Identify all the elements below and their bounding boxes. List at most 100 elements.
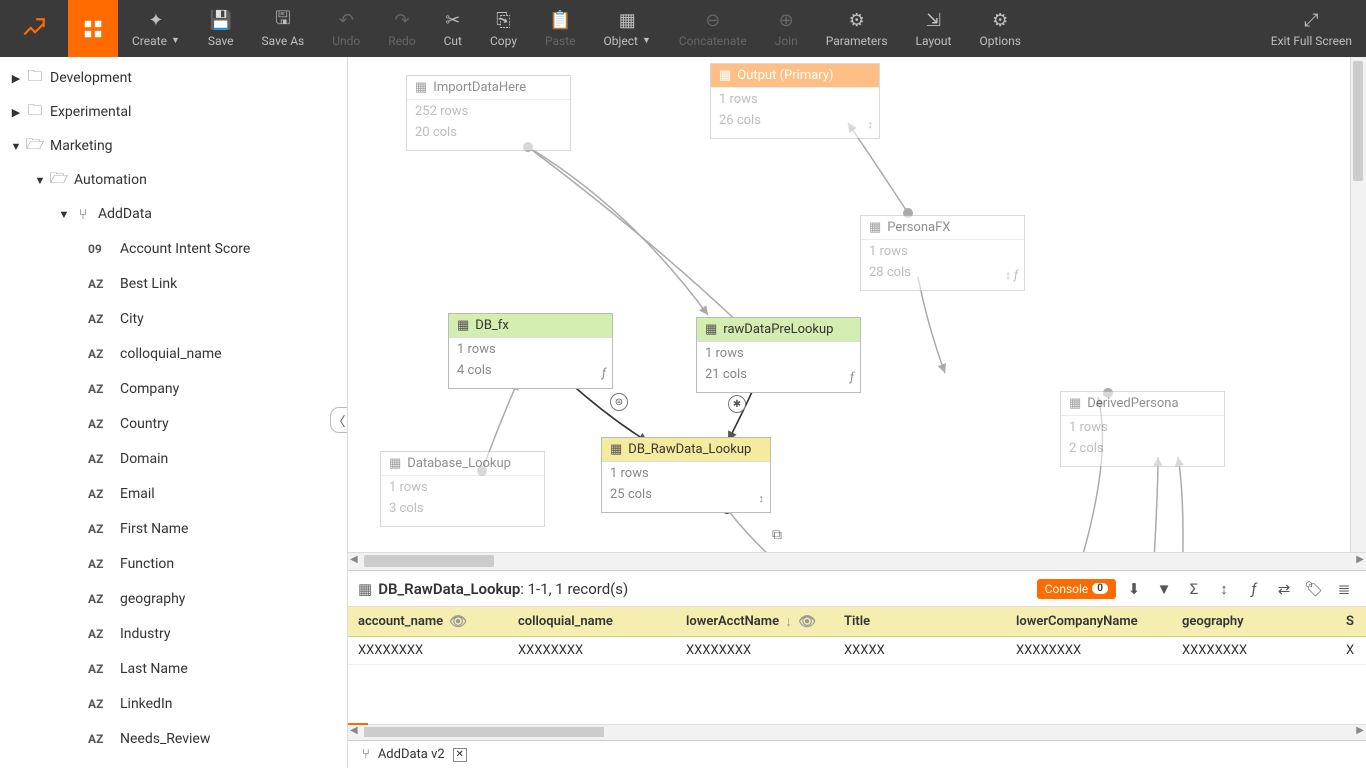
node-dbfx[interactable]: ▦DB_fx 1 rows4 colsƒ (448, 313, 613, 389)
col-overflow[interactable]: S (1336, 614, 1366, 629)
canvas-mode-button[interactable] (68, 0, 118, 57)
node-output[interactable]: ▦Output (Primary) 1 rows26 cols↕ (710, 63, 880, 139)
download-icon[interactable]: ⬇ (1122, 580, 1146, 598)
folder-icon: 🗀 (24, 100, 46, 125)
sort-icon[interactable]: ↕ (1212, 580, 1236, 598)
canvas-hscroll[interactable]: ◀ ▶ (348, 552, 1366, 570)
table-hscroll[interactable]: ◀ ▶ (348, 724, 1366, 740)
layout-icon: ⇲ (926, 10, 941, 32)
column-name: Company (120, 381, 179, 397)
create-button[interactable]: ✦ Create▼ (118, 0, 194, 57)
save-as-button[interactable]: 🖫 Save As (248, 0, 319, 57)
tree-column-item[interactable]: AZCompany (0, 371, 347, 406)
col-lower-company[interactable]: lowerCompanyName (1006, 614, 1172, 629)
tree-column-item[interactable]: AZIndustry (0, 616, 347, 651)
cut-button[interactable]: ✂ Cut (430, 0, 476, 57)
collapse-sidebar-button[interactable]: 〈 (330, 407, 348, 433)
canvas-vscroll[interactable] (1350, 57, 1366, 552)
sigma-icon[interactable]: Σ (1182, 580, 1206, 598)
tree-column-item[interactable]: AZNeeds_Review (0, 721, 347, 756)
copy-button[interactable]: ⎘ Copy (476, 0, 531, 57)
list-icon[interactable]: ≣ (1332, 580, 1356, 598)
tag-icon[interactable]: 🏷 (1302, 580, 1326, 598)
tree-column-item[interactable]: AZCountry (0, 406, 347, 441)
tree-column-item[interactable]: AZBest Link (0, 266, 347, 301)
col-title[interactable]: Title (834, 614, 1006, 629)
col-lower-acct[interactable]: lowerAcctName↓👁 (676, 613, 834, 630)
fx-icon: ƒ (850, 368, 854, 387)
sidebar-tree[interactable]: ▶ 🗀 Development ▶ 🗀 Experimental ▼ 🗁 Mar… (0, 57, 348, 768)
tab-label[interactable]: AddData v2 (378, 747, 445, 762)
options-button[interactable]: ⚙ Options (965, 0, 1035, 57)
filter-icon[interactable]: ▼ (1152, 580, 1176, 598)
node-dblookup[interactable]: ▦Database_Lookup 1 rows3 cols (380, 451, 545, 527)
node-import[interactable]: ▦ImportDataHere 252 rows20 cols (406, 75, 571, 151)
tree-column-item[interactable]: AZFunction (0, 546, 347, 581)
undo-button[interactable]: ↶ Undo (318, 0, 374, 57)
cell: X (1336, 643, 1366, 658)
create-label: Create (132, 34, 167, 48)
col-account-name[interactable]: account_name👁 (348, 614, 508, 630)
tree-item-experimental[interactable]: ▶ 🗀 Experimental (0, 95, 347, 129)
app-logo[interactable] (0, 0, 68, 57)
tree-column-item[interactable]: AZDomain (0, 441, 347, 476)
join-config-icon[interactable]: ⊜ (610, 393, 628, 411)
col-geography[interactable]: geography (1172, 614, 1336, 629)
tree-column-item[interactable]: AZLast Name (0, 651, 347, 686)
object-icon: ▦ (619, 10, 636, 32)
node-title: PersonaFX (887, 220, 950, 235)
concatenate-button[interactable]: ⊖ Concatenate (665, 0, 761, 57)
tree-item-development[interactable]: ▶ 🗀 Development (0, 61, 347, 95)
fx-icon[interactable]: ƒ (1242, 580, 1266, 598)
join-button[interactable]: ⊕ Join (761, 0, 812, 57)
table-icon: ▦ (705, 322, 717, 337)
layout-button[interactable]: ⇲ Layout (902, 0, 966, 57)
folder-icon: 🗀 (24, 66, 46, 91)
tree-column-item[interactable]: AZgeography (0, 581, 347, 616)
object-button[interactable]: ▦ Object▼ (590, 0, 665, 57)
tree-column-item[interactable]: AZEmail (0, 476, 347, 511)
options-icon: ⚙ (992, 10, 1008, 32)
column-name: Last Name (120, 661, 188, 677)
tree-column-item[interactable]: 09Account Intent Score (0, 231, 347, 266)
parameters-button[interactable]: ⚙ Parameters (812, 0, 902, 57)
swap-icon[interactable]: ⇄ (1272, 580, 1296, 598)
table-row[interactable]: XXXXXXXX XXXXXXXX XXXXXXXX XXXXX XXXXXXX… (348, 637, 1366, 665)
paste-button[interactable]: 📋 Paste (531, 0, 590, 57)
parameters-label: Parameters (826, 34, 888, 48)
tree-item-adddata[interactable]: ▼ ⑂ AddData (0, 197, 347, 231)
node-rawpre[interactable]: ▦rawDataPreLookup 1 rows21 colsƒ (696, 317, 861, 393)
copy-label: Copy (490, 34, 517, 48)
table-icon: ▦ (869, 220, 881, 235)
col-colloquial[interactable]: colloquial_name (508, 614, 676, 629)
tree-item-automation[interactable]: ▼ 🗁 Automation (0, 163, 347, 197)
node-dbraw[interactable]: ▦DB_RawData_Lookup 1 rows25 cols↕ (601, 437, 771, 513)
node-derived[interactable]: ▦DerivedPersona 1 rows2 cols (1060, 391, 1225, 467)
table-icon: ▦ (415, 80, 427, 95)
node-title: rawDataPreLookup (723, 322, 833, 337)
column-name: geography (120, 591, 185, 607)
tree-label: Automation (74, 172, 147, 188)
node-personafx[interactable]: ▦PersonaFX 1 rows28 cols↕ ƒ (860, 215, 1025, 291)
tree-column-item[interactable]: AZCity (0, 301, 347, 336)
node-cols: 20 cols (415, 123, 562, 144)
join-config-icon[interactable]: ✱ (728, 395, 746, 413)
chevron-down-icon: ▼ (8, 140, 24, 153)
workflow-canvas[interactable]: ▦ImportDataHere 252 rows20 cols ▦Output … (348, 57, 1366, 552)
type-badge: AZ (88, 452, 114, 466)
close-tab-button[interactable]: ✕ (453, 748, 467, 762)
table-icon: ▦ (610, 442, 622, 457)
tree-column-item[interactable]: AZPersona (0, 756, 347, 768)
tree-item-marketing[interactable]: ▼ 🗁 Marketing (0, 129, 347, 163)
exit-fullscreen-button[interactable]: ⤢ Exit Full Screen (1257, 0, 1366, 57)
node-cols: 28 cols (869, 263, 1016, 284)
redo-button[interactable]: ↷ Redo (374, 0, 429, 57)
tree-column-item[interactable]: AZLinkedIn (0, 686, 347, 721)
sort-icon: ↕ (868, 116, 874, 134)
tree-column-item[interactable]: AZFirst Name (0, 511, 347, 546)
console-button[interactable]: Console0 (1037, 579, 1116, 599)
save-button[interactable]: 💾 Save (194, 0, 248, 57)
duplicate-icon[interactable]: ⧉ (772, 527, 788, 543)
node-rows: 1 rows (389, 478, 536, 499)
tree-column-item[interactable]: AZcolloquial_name (0, 336, 347, 371)
